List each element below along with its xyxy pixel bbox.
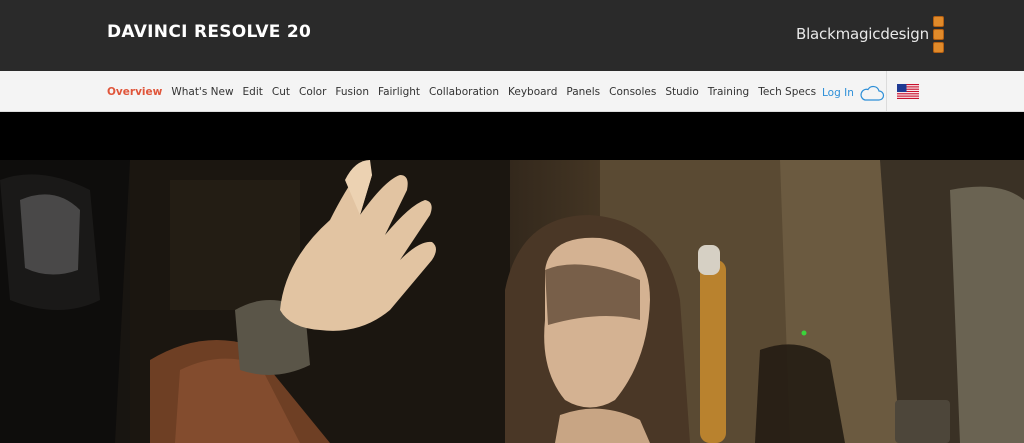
product-title[interactable]: DAVINCI RESOLVE 20	[107, 22, 311, 42]
nav-item-tech-specs[interactable]: Tech Specs	[758, 86, 816, 98]
nav-item-collaboration[interactable]: Collaboration	[429, 86, 499, 98]
us-flag-icon[interactable]	[897, 84, 919, 99]
nav-item-training[interactable]: Training	[708, 86, 749, 98]
nav-item-cut[interactable]: Cut	[272, 86, 290, 98]
nav-divider	[886, 71, 887, 112]
nav-item-fairlight[interactable]: Fairlight	[378, 86, 420, 98]
nav-item-overview[interactable]: Overview	[107, 86, 162, 98]
nav-item-panels[interactable]: Panels	[566, 86, 600, 98]
nav-item-fusion[interactable]: Fusion	[335, 86, 369, 98]
hero-letterbox-band	[0, 112, 1024, 160]
nav-item-consoles[interactable]: Consoles	[609, 86, 656, 98]
hero-scene-illustration	[0, 160, 1024, 443]
nav-bar: Overview What's New Edit Cut Color Fusio…	[0, 71, 1024, 112]
nav-item-whats-new[interactable]: What's New	[171, 86, 233, 98]
login-label: Log In	[822, 87, 854, 99]
top-header: DAVINCI RESOLVE 20 Blackmagicdesign	[0, 0, 1024, 71]
cloud-icon	[860, 85, 884, 101]
brand-name: Blackmagicdesign	[796, 25, 929, 43]
brand-logo[interactable]: Blackmagicdesign	[796, 12, 944, 56]
nav-item-edit[interactable]: Edit	[243, 86, 263, 98]
nav-item-color[interactable]: Color	[299, 86, 326, 98]
nav-item-studio[interactable]: Studio	[665, 86, 698, 98]
nav-menu: Overview What's New Edit Cut Color Fusio…	[107, 71, 825, 112]
hero-image	[0, 160, 1024, 443]
login-link[interactable]: Log In	[822, 84, 885, 102]
nav-item-keyboard[interactable]: Keyboard	[508, 86, 557, 98]
brand-squares-icon	[932, 15, 944, 53]
